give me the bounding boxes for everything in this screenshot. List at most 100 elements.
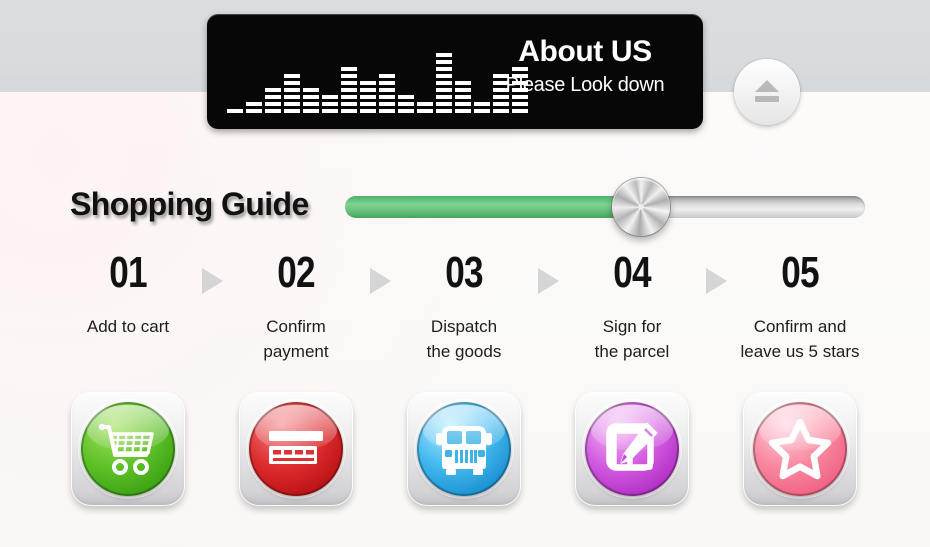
equalizer-segment [436,88,452,92]
step-05: 05 Confirm and leave us 5 stars [732,248,868,364]
icon-disc [417,402,511,496]
about-us-subtitle: Please Look down [505,74,665,96]
about-us-text-block: About US Please Look down [485,34,685,100]
step-icon-tile-05[interactable] [743,392,857,506]
equalizer-bar [303,88,319,113]
equalizer-segment [265,109,281,113]
step-icon-tile-04[interactable] [575,392,689,506]
shopping-guide-title: Shopping Guide [70,186,309,222]
step-number: 02 [277,248,315,297]
icon-disc [753,402,847,496]
equalizer-segment [341,67,357,71]
equalizer-segment [265,102,281,106]
equalizer-segment [341,81,357,85]
equalizer-segment [360,95,376,99]
arrow-right-icon [532,268,564,294]
equalizer-segment [436,74,452,78]
step-icons-row [60,392,870,517]
equalizer-bar [265,88,281,113]
equalizer-segment [303,109,319,113]
equalizer-segment [322,109,338,113]
step-label: Confirm payment [263,317,329,361]
equalizer-segment [265,95,281,99]
icon-disc [249,402,343,496]
equalizer-segment [493,102,509,106]
step-02: 02 Confirm payment [228,248,364,364]
equalizer-segment [303,95,319,99]
eject-button[interactable] [734,59,800,125]
equalizer-segment [303,88,319,92]
equalizer-segment [436,95,452,99]
equalizer-segment [398,102,414,106]
equalizer-bar [227,109,243,113]
tile-slot [732,392,868,506]
equalizer-segment [322,95,338,99]
equalizer-segment [436,53,452,57]
equalizer-segment [360,102,376,106]
equalizer-segment [379,95,395,99]
equalizer-segment [360,109,376,113]
delivery-bus-icon [436,426,492,475]
icon-disc [585,402,679,496]
equalizer-segment [417,102,433,106]
arrow-right-triangle [201,268,223,294]
promo-banner-page: About US Please Look down Shopping Guide… [0,0,930,547]
step-01: 01 Add to cart [60,248,196,339]
equalizer-segment [455,95,471,99]
equalizer-segment [322,102,338,106]
slider-knob[interactable] [612,178,671,236]
equalizer-segment [512,102,528,106]
equalizer-segment [436,67,452,71]
equalizer-segment [493,109,509,113]
arrow-right-icon [364,268,396,294]
equalizer-segment [227,109,243,113]
equalizer-segment [474,102,490,106]
equalizer-segment [284,74,300,78]
equalizer-segment [455,81,471,85]
equalizer-segment [379,81,395,85]
step-label: Dispatch the goods [426,317,502,361]
step-03: 03 Dispatch the goods [396,248,532,364]
equalizer-segment [341,74,357,78]
tile-slot [396,392,532,506]
equalizer-segment [379,88,395,92]
step-label: Sign for the parcel [594,317,670,361]
equalizer-segment [455,109,471,113]
equalizer-segment [284,95,300,99]
star-icon [768,418,832,480]
steps-row: 01 Add to cart 02 Confirm payment 03 Dispatch… [60,248,870,378]
step-label: Confirm and leave us 5 stars [740,317,860,361]
equalizer-bar [455,81,471,113]
equalizer-segment [398,95,414,99]
step-04: 04 Sign for the parcel [564,248,700,364]
equalizer-segment [303,102,319,106]
equalizer-segment [341,109,357,113]
equalizer-bar [284,74,300,113]
equalizer-bar [474,102,490,113]
credit-card-icon [269,431,323,464]
equalizer-segment [341,102,357,106]
equalizer-bar [379,74,395,113]
tile-slot [564,392,700,506]
step-number: 01 [109,248,147,297]
step-icon-tile-01[interactable] [71,392,185,506]
equalizer-segment [436,60,452,64]
shopping-cart-icon [98,423,154,475]
equalizer-segment [284,102,300,106]
step-number: 04 [613,248,651,297]
step-number: 03 [445,248,483,297]
step-label: Add to cart [86,317,170,336]
equalizer-segment [379,102,395,106]
equalizer-segment [246,109,262,113]
progress-slider[interactable] [345,178,865,236]
arrow-right-icon [700,268,732,294]
equalizer-segment [455,88,471,92]
step-icon-tile-03[interactable] [407,392,521,506]
equalizer-segment [379,74,395,78]
eject-triangle [755,80,779,92]
step-icon-tile-02[interactable] [239,392,353,506]
equalizer-bar [417,102,433,113]
equalizer-segment [398,109,414,113]
equalizer-segment [341,95,357,99]
equalizer-bar [360,81,376,113]
